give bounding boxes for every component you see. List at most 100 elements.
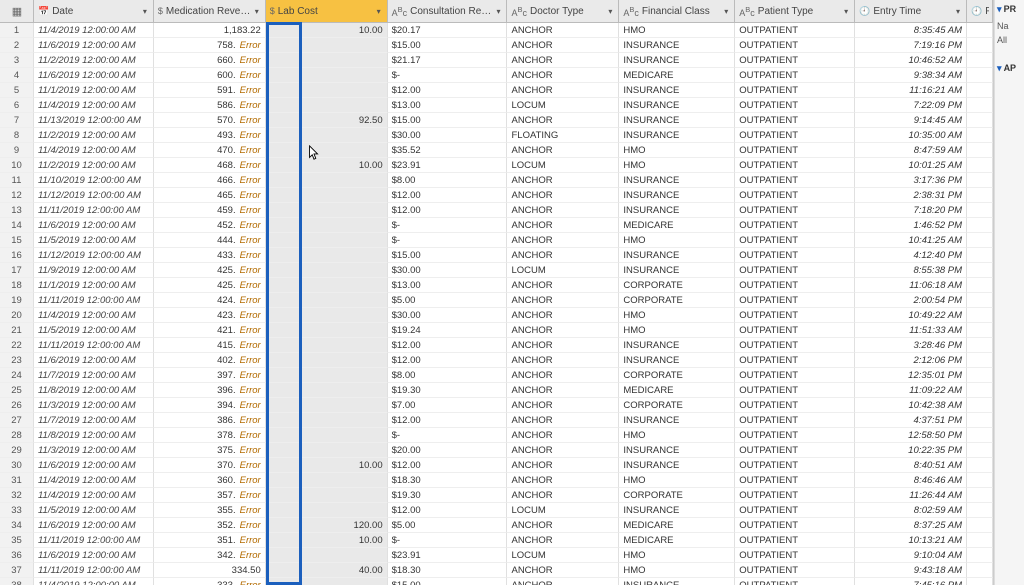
cell-pat[interactable]: OUTPATIENT <box>735 263 855 278</box>
row-index[interactable]: 28 <box>0 428 34 443</box>
cell-pat[interactable]: OUTPATIENT <box>735 293 855 308</box>
cell-date[interactable]: 11/13/2019 12:00:00 AM <box>34 113 154 128</box>
cell-time[interactable]: 8:40:51 AM <box>855 458 967 473</box>
cell-cons[interactable]: $12.00 <box>388 353 508 368</box>
row-index[interactable]: 33 <box>0 503 34 518</box>
cell-time[interactable]: 8:35:45 AM <box>855 23 967 38</box>
cell-date[interactable]: 11/5/2019 12:00:00 AM <box>34 233 154 248</box>
grid-body[interactable]: 111/4/2019 12:00:00 AM1,183.2210.00$20.1… <box>0 23 993 585</box>
cell-time[interactable]: 9:38:34 AM <box>855 68 967 83</box>
cell-med[interactable]: 600.Error <box>154 68 266 83</box>
cell-post[interactable] <box>967 218 993 233</box>
cell-doc[interactable]: ANCHOR <box>507 443 619 458</box>
cell-post[interactable] <box>967 128 993 143</box>
cell-lab[interactable] <box>266 338 388 353</box>
cell-date[interactable]: 11/2/2019 12:00:00 AM <box>34 158 154 173</box>
cell-lab[interactable] <box>266 173 388 188</box>
cell-post[interactable] <box>967 308 993 323</box>
cell-fin[interactable]: MEDICARE <box>619 518 735 533</box>
cell-pat[interactable]: OUTPATIENT <box>735 503 855 518</box>
cell-fin[interactable]: MEDICARE <box>619 218 735 233</box>
row-index[interactable]: 13 <box>0 203 34 218</box>
table-row[interactable]: 1911/11/2019 12:00:00 AM424.Error$5.00AN… <box>0 293 993 308</box>
cell-time[interactable]: 12:35:01 PM <box>855 368 967 383</box>
cell-pat[interactable]: OUTPATIENT <box>735 113 855 128</box>
cell-fin[interactable]: CORPORATE <box>619 293 735 308</box>
cell-doc[interactable]: LOCUM <box>507 98 619 113</box>
row-index[interactable]: 37 <box>0 563 34 578</box>
cell-time[interactable]: 10:46:52 AM <box>855 53 967 68</box>
cell-lab[interactable] <box>266 293 388 308</box>
cell-fin[interactable]: INSURANCE <box>619 113 735 128</box>
cell-doc[interactable]: ANCHOR <box>507 83 619 98</box>
cell-doc[interactable]: ANCHOR <box>507 398 619 413</box>
cell-med[interactable]: 493.Error <box>154 128 266 143</box>
row-index[interactable]: 26 <box>0 398 34 413</box>
row-index[interactable]: 24 <box>0 368 34 383</box>
cell-med[interactable]: 570.Error <box>154 113 266 128</box>
header-consultation-revenue[interactable]: ABc Consultation Revenue ▾ <box>388 0 508 22</box>
cell-pat[interactable]: OUTPATIENT <box>735 368 855 383</box>
cell-cons[interactable]: $12.00 <box>388 203 508 218</box>
cell-post[interactable] <box>967 458 993 473</box>
cell-pat[interactable]: OUTPATIENT <box>735 278 855 293</box>
cell-lab[interactable] <box>266 473 388 488</box>
cell-doc[interactable]: ANCHOR <box>507 458 619 473</box>
row-index[interactable]: 2 <box>0 38 34 53</box>
cell-pat[interactable]: OUTPATIENT <box>735 38 855 53</box>
cell-lab[interactable]: 10.00 <box>266 158 388 173</box>
cell-fin[interactable]: INSURANCE <box>619 578 735 585</box>
table-row[interactable]: 3511/11/2019 12:00:00 AM351.Error10.00$-… <box>0 533 993 548</box>
side-all[interactable]: All <box>997 35 1022 45</box>
table-row[interactable]: 611/4/2019 12:00:00 AM586.Error$13.00LOC… <box>0 98 993 113</box>
cell-doc[interactable]: ANCHOR <box>507 113 619 128</box>
cell-pat[interactable]: OUTPATIENT <box>735 68 855 83</box>
cell-post[interactable] <box>967 173 993 188</box>
cell-lab[interactable] <box>266 203 388 218</box>
cell-cons[interactable]: $13.00 <box>388 278 508 293</box>
table-row[interactable]: 2011/4/2019 12:00:00 AM423.Error$30.00AN… <box>0 308 993 323</box>
row-index[interactable]: 29 <box>0 443 34 458</box>
cell-time[interactable]: 1:46:52 PM <box>855 218 967 233</box>
cell-post[interactable] <box>967 563 993 578</box>
cell-fin[interactable]: INSURANCE <box>619 188 735 203</box>
cell-fin[interactable]: INSURANCE <box>619 203 735 218</box>
row-index[interactable]: 23 <box>0 353 34 368</box>
cell-cons[interactable]: $8.00 <box>388 173 508 188</box>
cell-time[interactable]: 3:28:46 PM <box>855 338 967 353</box>
cell-lab[interactable] <box>266 353 388 368</box>
cell-cons[interactable]: $- <box>388 68 508 83</box>
cell-pat[interactable]: OUTPATIENT <box>735 518 855 533</box>
cell-cons[interactable]: $12.00 <box>388 503 508 518</box>
cell-date[interactable]: 11/1/2019 12:00:00 AM <box>34 278 154 293</box>
cell-med[interactable]: 758.Error <box>154 38 266 53</box>
cell-med[interactable]: 394.Error <box>154 398 266 413</box>
cell-lab[interactable] <box>266 443 388 458</box>
cell-lab[interactable] <box>266 263 388 278</box>
cell-date[interactable]: 11/5/2019 12:00:00 AM <box>34 323 154 338</box>
cell-post[interactable] <box>967 53 993 68</box>
cell-fin[interactable]: INSURANCE <box>619 173 735 188</box>
cell-date[interactable]: 11/6/2019 12:00:00 AM <box>34 548 154 563</box>
table-row[interactable]: 3611/6/2019 12:00:00 AM342.Error$23.91LO… <box>0 548 993 563</box>
cell-pat[interactable]: OUTPATIENT <box>735 158 855 173</box>
cell-fin[interactable]: INSURANCE <box>619 98 735 113</box>
cell-cons[interactable]: $18.30 <box>388 473 508 488</box>
cell-time[interactable]: 10:01:25 AM <box>855 158 967 173</box>
cell-pat[interactable]: OUTPATIENT <box>735 338 855 353</box>
cell-fin[interactable]: INSURANCE <box>619 128 735 143</box>
cell-lab[interactable] <box>266 98 388 113</box>
cell-date[interactable]: 11/2/2019 12:00:00 AM <box>34 53 154 68</box>
cell-fin[interactable]: HMO <box>619 563 735 578</box>
cell-med[interactable]: 444.Error <box>154 233 266 248</box>
cell-pat[interactable]: OUTPATIENT <box>735 413 855 428</box>
table-row[interactable]: 2211/11/2019 12:00:00 AM415.Error$12.00A… <box>0 338 993 353</box>
cell-doc[interactable]: FLOATING <box>507 128 619 143</box>
cell-cons[interactable]: $15.00 <box>388 578 508 585</box>
cell-date[interactable]: 11/3/2019 12:00:00 AM <box>34 398 154 413</box>
cell-time[interactable]: 10:22:35 PM <box>855 443 967 458</box>
row-index[interactable]: 35 <box>0 533 34 548</box>
cell-fin[interactable]: INSURANCE <box>619 338 735 353</box>
cell-lab[interactable]: 10.00 <box>266 533 388 548</box>
cell-post[interactable] <box>967 158 993 173</box>
